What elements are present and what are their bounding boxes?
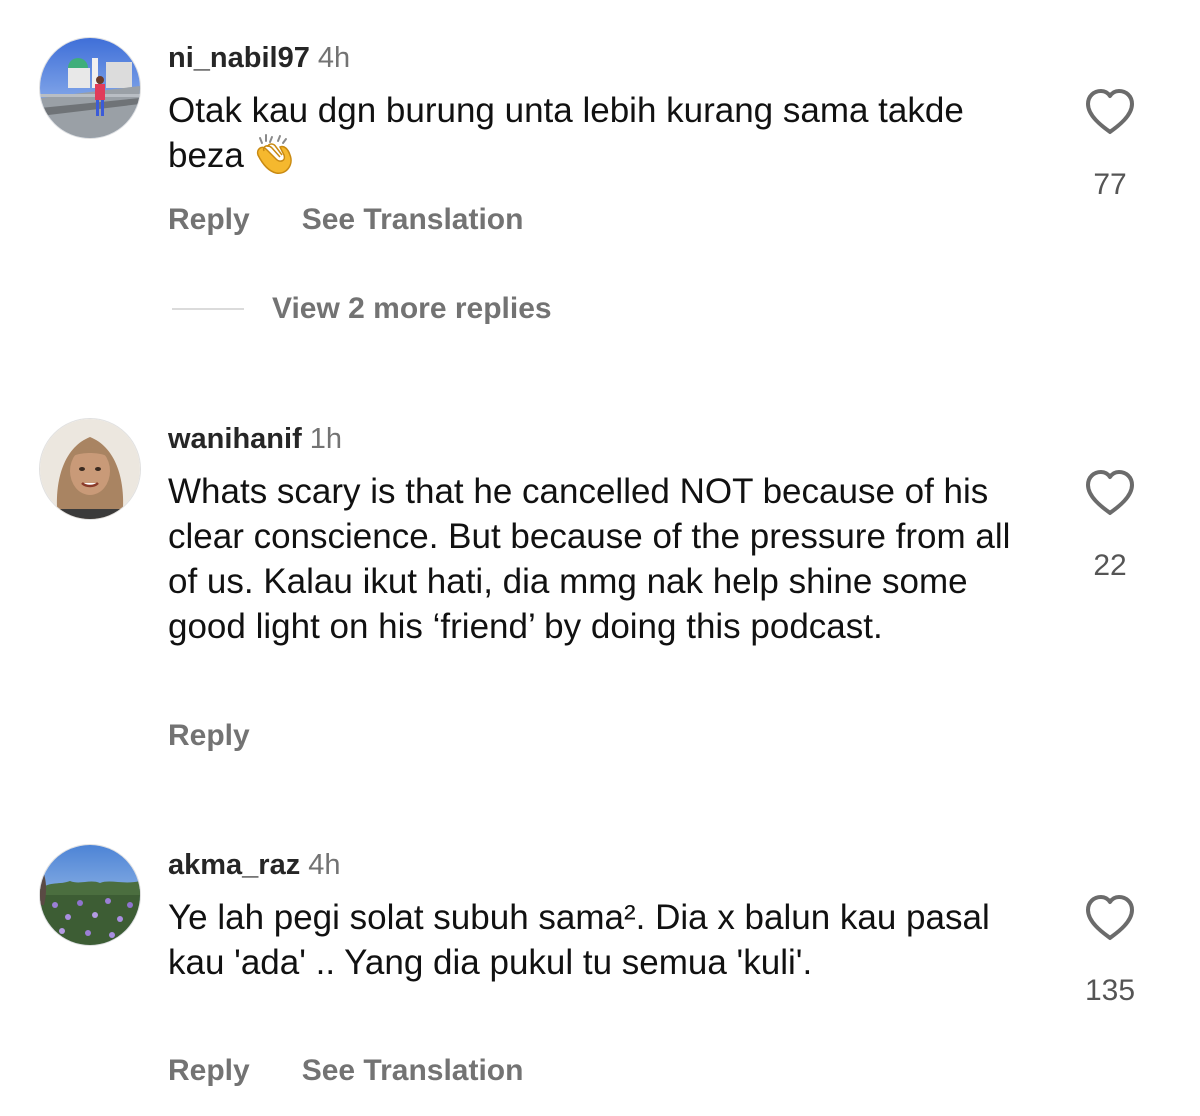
heart-outline-icon <box>1086 89 1134 134</box>
comment-actions: Reply <box>168 718 250 754</box>
comment-header: wanihanif 1h <box>168 422 342 456</box>
avatar[interactable] <box>39 37 141 139</box>
reply-button[interactable]: Reply <box>168 202 250 238</box>
view-replies-button[interactable]: View 2 more replies <box>172 292 552 326</box>
timestamp: 4h <box>308 849 341 881</box>
like-button[interactable] <box>1080 469 1140 517</box>
avatar[interactable] <box>39 418 141 520</box>
avatar-image <box>40 845 140 945</box>
like-button[interactable] <box>1080 894 1140 942</box>
comment-text: Ye lah pegi solat subuh sama². Dia x bal… <box>168 898 990 982</box>
like-count: 77 <box>1093 168 1127 201</box>
reply-button[interactable]: Reply <box>168 718 250 754</box>
comment-actions: Reply See Translation <box>168 1053 523 1089</box>
see-translation-button[interactable]: See Translation <box>302 202 524 238</box>
reply-button[interactable]: Reply <box>168 1053 250 1089</box>
like-count: 135 <box>1084 974 1136 1007</box>
timestamp: 1h <box>309 423 342 455</box>
comment-header: ni_nabil97 4h <box>168 41 350 75</box>
comment-header: akma_raz 4h <box>168 848 340 882</box>
view-replies-label: View 2 more replies <box>272 292 552 325</box>
timestamp: 4h <box>317 42 351 74</box>
username[interactable]: wanihanif <box>168 423 302 455</box>
comment-text: Otak kau dgn burung unta lebih kurang sa… <box>168 88 1028 178</box>
username[interactable]: ni_nabil97 <box>168 42 310 74</box>
comment-text: Whats scary is that he cancelled NOT bec… <box>168 472 1011 646</box>
username[interactable]: akma_raz <box>168 849 300 881</box>
avatar-image <box>40 38 140 138</box>
avatar-image <box>40 419 140 519</box>
comment-actions: Reply See Translation <box>168 202 523 238</box>
avatar[interactable] <box>39 844 141 946</box>
replies-divider <box>172 308 244 310</box>
see-translation-button[interactable]: See Translation <box>302 1053 524 1089</box>
like-button[interactable] <box>1080 88 1140 136</box>
like-count: 22 <box>1093 549 1127 582</box>
heart-outline-icon <box>1086 470 1134 515</box>
heart-outline-icon <box>1086 895 1134 940</box>
clapping-hands-icon <box>250 133 296 177</box>
